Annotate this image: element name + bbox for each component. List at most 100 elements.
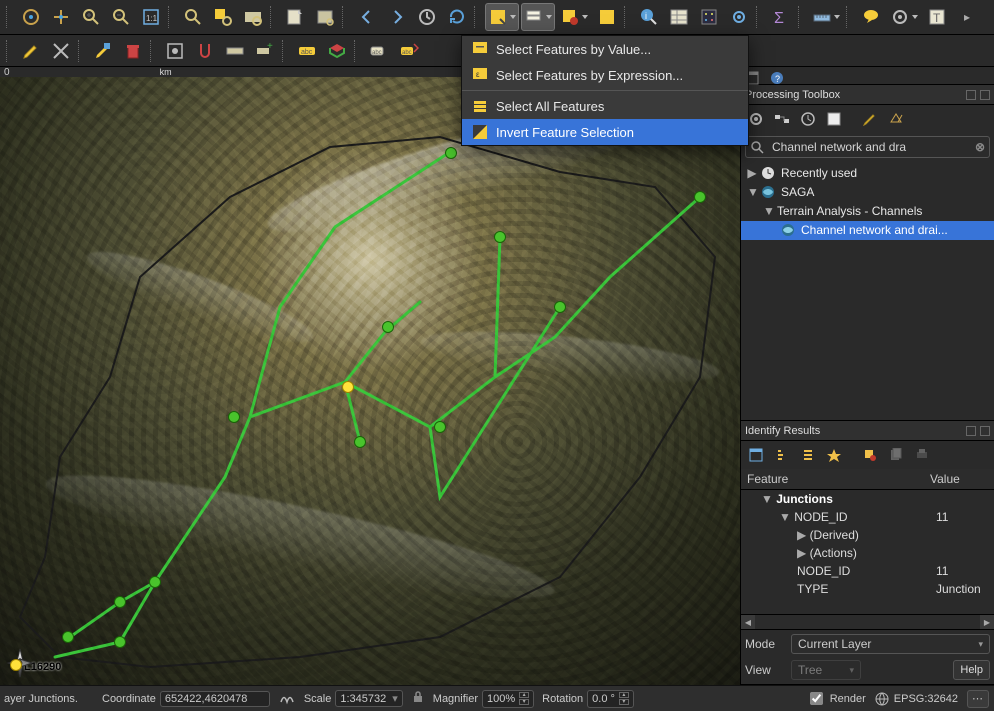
junction-node[interactable]	[445, 147, 457, 159]
zoom-out-icon[interactable]	[107, 3, 135, 31]
tree-saga[interactable]: ▼ SAGA	[741, 183, 994, 202]
refresh-icon[interactable]	[443, 3, 471, 31]
history-icon[interactable]	[413, 3, 441, 31]
select-all-icon[interactable]	[593, 3, 621, 31]
menu-select-by-expression[interactable]: ε Select Features by Expression...	[462, 62, 748, 88]
toolbox-model-icon[interactable]	[771, 108, 793, 130]
coord-readout[interactable]: 652422,4620478	[160, 691, 270, 707]
map-canvas[interactable]: L16290	[0, 77, 740, 685]
toggle-labels-icon[interactable]: abc	[293, 37, 321, 65]
scale-readout[interactable]: 1:345732▾	[335, 690, 402, 707]
identify-hscroll[interactable]: ◀ ▶	[741, 614, 994, 630]
new-bookmark-icon[interactable]	[281, 3, 309, 31]
id-col-feature[interactable]: Feature	[741, 469, 924, 490]
help-button[interactable]: Help	[953, 660, 990, 680]
lock-scale-icon[interactable]	[411, 690, 425, 707]
close-icon[interactable]	[980, 426, 990, 436]
toolbox-edit-icon[interactable]	[859, 108, 881, 130]
open-table-icon[interactable]	[665, 3, 693, 31]
settings-button[interactable]	[887, 3, 921, 31]
layer-3d-icon[interactable]	[323, 37, 351, 65]
scroll-left-icon[interactable]: ◀	[741, 615, 755, 629]
junction-node[interactable]	[382, 321, 394, 333]
toolbox-history-icon[interactable]	[797, 108, 819, 130]
zoom-last-icon[interactable]	[353, 3, 381, 31]
processing-gear-icon[interactable]	[725, 3, 753, 31]
mag-up[interactable]: ▴	[519, 692, 529, 698]
undock-icon[interactable]	[966, 90, 976, 100]
save-edits-icon[interactable]	[89, 37, 117, 65]
toolbox-results-icon[interactable]	[823, 108, 845, 130]
zoom-full-icon[interactable]	[179, 3, 207, 31]
id-open-form-icon[interactable]	[823, 444, 845, 466]
menu-select-by-value[interactable]: Select Features by Value...	[462, 36, 748, 62]
id-row-feature[interactable]: ▼ NODE_ID	[741, 508, 924, 526]
layer-visibility-icon[interactable]	[221, 37, 249, 65]
toolbox-tree[interactable]: ▶ Recently used ▼ SAGA ▼ Terrain Analysi…	[741, 161, 994, 420]
identify-icon[interactable]: i	[635, 3, 663, 31]
id-row-actions[interactable]: ▶ (Actions)	[741, 544, 924, 562]
id-row-layer[interactable]: ▼ Junctions	[741, 490, 924, 509]
select-expression-button[interactable]	[521, 3, 555, 31]
extents-icon[interactable]	[278, 689, 296, 708]
id-expand-icon[interactable]	[745, 444, 767, 466]
junction-node-selected[interactable]	[342, 381, 354, 393]
junction-node[interactable]	[62, 631, 74, 643]
render-checkbox[interactable]	[810, 692, 823, 705]
tools-icon[interactable]	[47, 37, 75, 65]
rotation-readout[interactable]: 0.0 ° ▴▾	[587, 690, 634, 708]
edit-toggle-icon[interactable]	[17, 37, 45, 65]
crs-button[interactable]: EPSG:32642	[874, 691, 958, 707]
junction-node[interactable]	[149, 576, 161, 588]
field-calc-icon[interactable]	[695, 3, 723, 31]
junction-node[interactable]	[554, 301, 566, 313]
mode-select[interactable]: Current Layer▾	[791, 634, 990, 654]
pan-icon[interactable]	[17, 3, 45, 31]
tree-channel-network[interactable]: Channel network and drai...	[741, 221, 994, 240]
label-tool-icon[interactable]: abc	[365, 37, 393, 65]
zoom-selection-icon[interactable]	[209, 3, 237, 31]
id-copy-icon[interactable]	[885, 444, 907, 466]
junction-node[interactable]	[494, 231, 506, 243]
pan-center-icon[interactable]	[47, 3, 75, 31]
junction-node-selected[interactable]	[10, 659, 22, 671]
junction-node[interactable]	[434, 421, 446, 433]
select-rect-button[interactable]	[485, 3, 519, 31]
messages-button[interactable]: ⋯	[967, 690, 989, 708]
junction-node[interactable]	[114, 636, 126, 648]
junction-node[interactable]	[228, 411, 240, 423]
zoom-1to1-icon[interactable]: 1:1	[137, 3, 165, 31]
delete-icon[interactable]	[119, 37, 147, 65]
id-collapse-icon[interactable]	[797, 444, 819, 466]
undock-icon[interactable]	[966, 426, 976, 436]
deselect-button[interactable]	[557, 3, 591, 31]
view-select[interactable]: Tree▾	[791, 660, 861, 680]
zoom-layer-icon[interactable]	[239, 3, 267, 31]
id-tree-icon[interactable]	[771, 444, 793, 466]
map-tips-icon[interactable]	[857, 3, 885, 31]
magnifier-readout[interactable]: 100% ▴▾	[482, 690, 534, 708]
mag-down[interactable]: ▾	[519, 699, 529, 705]
clear-search-icon[interactable]: ⊗	[975, 140, 985, 154]
zoom-next-icon[interactable]	[383, 3, 411, 31]
id-print-icon[interactable]	[911, 444, 933, 466]
menu-select-all[interactable]: Select All Features	[462, 93, 748, 119]
text-annotation-icon[interactable]: T	[923, 3, 951, 31]
move-label-icon[interactable]: abc	[395, 37, 423, 65]
zoom-in-icon[interactable]	[77, 3, 105, 31]
tree-recently-used[interactable]: ▶ Recently used	[741, 164, 994, 183]
show-bookmarks-icon[interactable]	[311, 3, 339, 31]
layer-styling-icon[interactable]	[161, 37, 189, 65]
search-input[interactable]	[770, 139, 969, 155]
id-col-value[interactable]: Value	[924, 469, 994, 490]
new-layer-icon[interactable]: +	[251, 37, 279, 65]
junction-node[interactable]	[354, 436, 366, 448]
snapping-icon[interactable]	[191, 37, 219, 65]
id-row-derived[interactable]: ▶ (Derived)	[741, 526, 924, 544]
toolbox-search[interactable]: ⊗	[745, 136, 990, 158]
chevron-right-icon[interactable]: ▸	[953, 3, 981, 31]
rot-down[interactable]: ▾	[619, 699, 629, 705]
stats-sigma-icon[interactable]: Σ	[767, 3, 795, 31]
close-icon[interactable]	[980, 90, 990, 100]
measure-button[interactable]	[809, 3, 843, 31]
